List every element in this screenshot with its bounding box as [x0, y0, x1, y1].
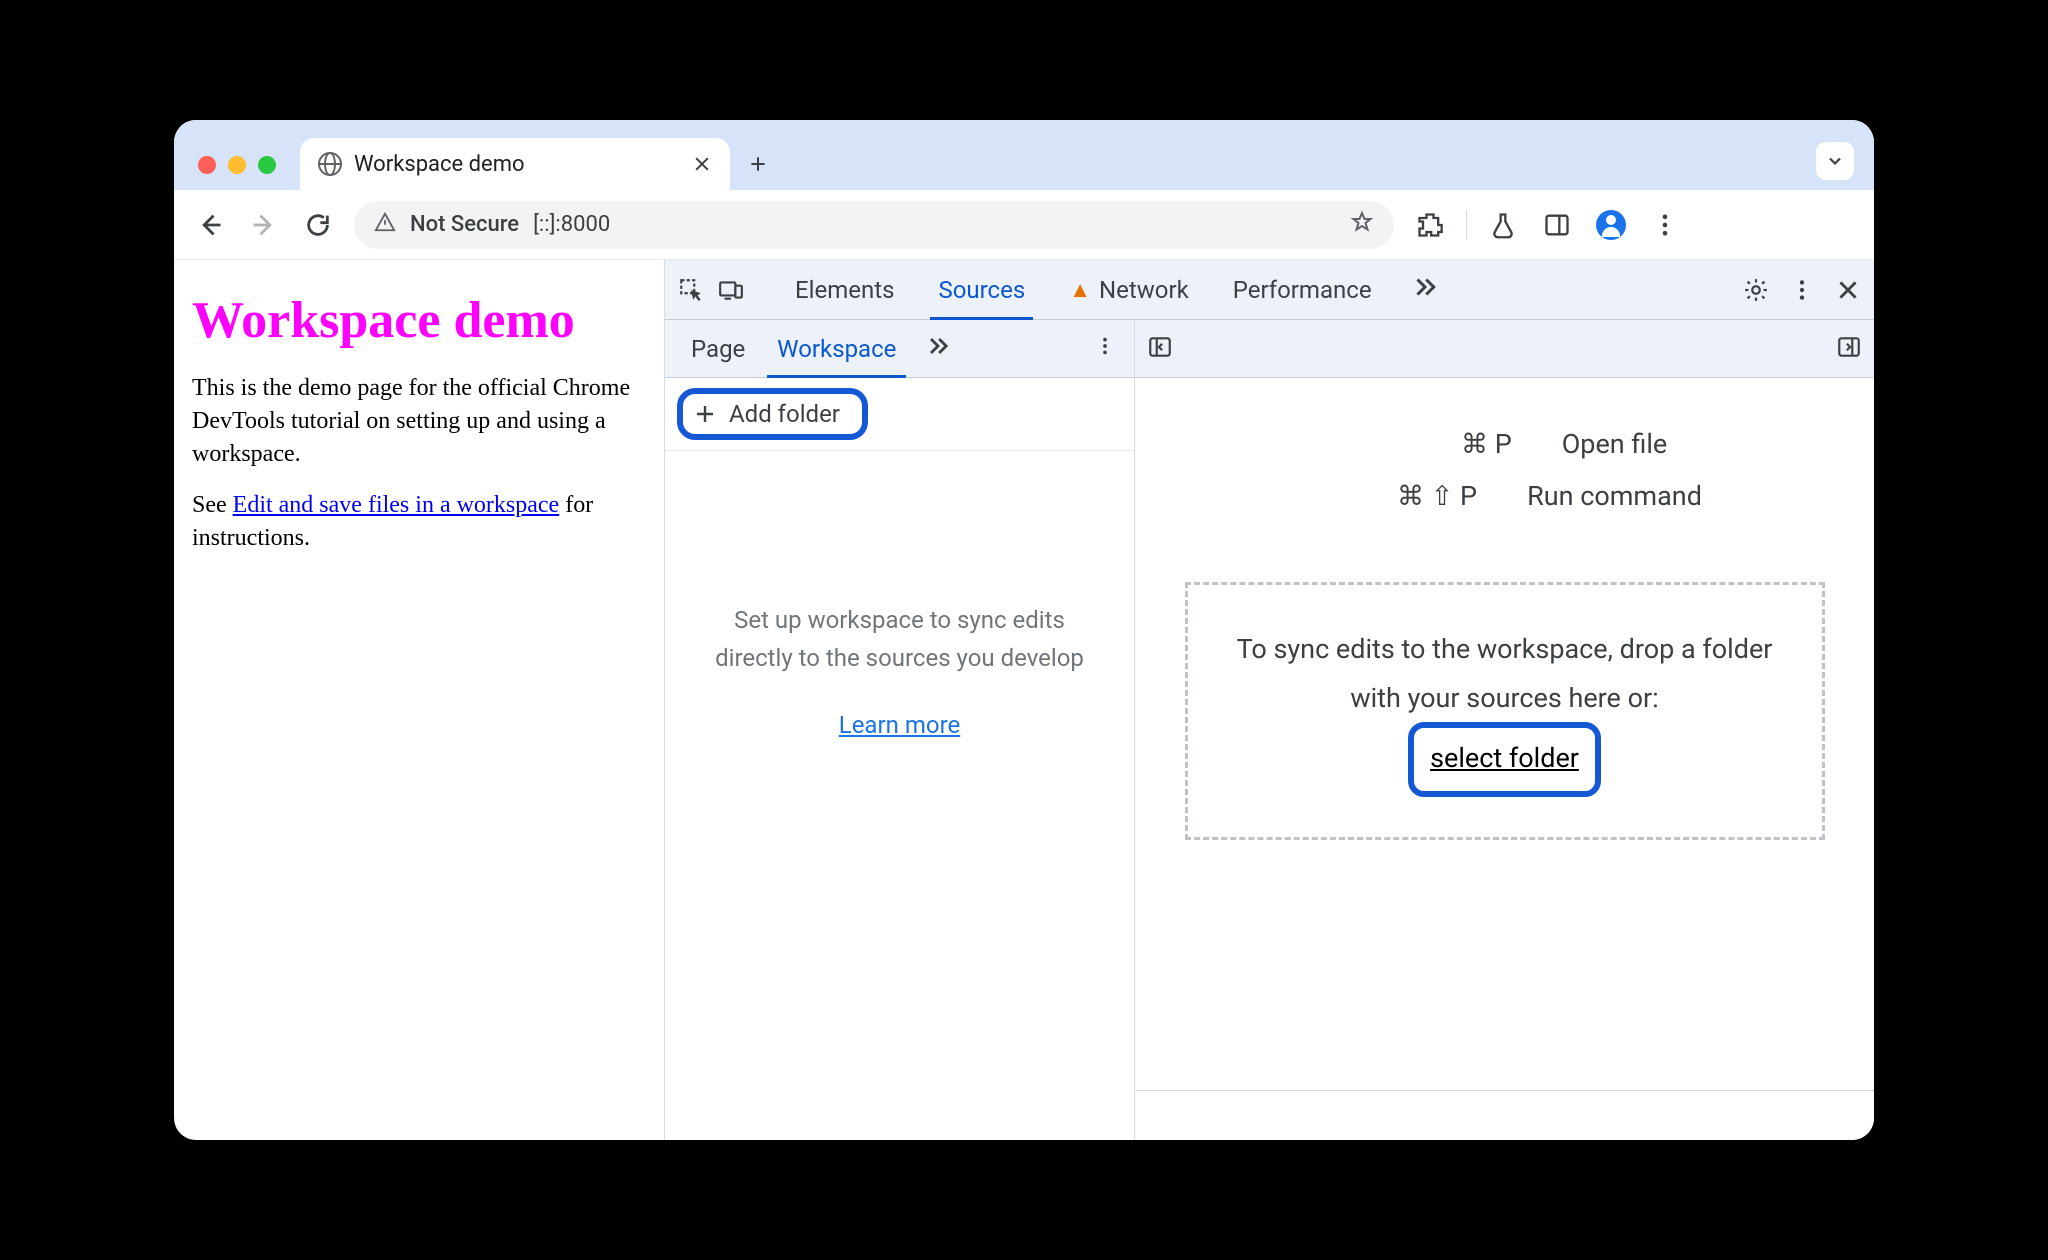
navigator-help: Set up workspace to sync edits directly …: [665, 451, 1134, 1140]
shortcut-keys: ⌘ P: [1342, 428, 1512, 460]
navigator-help-text: Set up workspace to sync edits directly …: [705, 601, 1094, 678]
url-text: [::]:8000: [533, 212, 1336, 237]
new-tab-button[interactable]: [730, 142, 782, 190]
browser-toolbar: Not Secure [::]:8000: [174, 190, 1874, 260]
select-folder-link[interactable]: select folder: [1430, 742, 1579, 774]
devtools-panel: Elements Sources ▲Network Performance: [664, 260, 1874, 1140]
toggle-debugger-button[interactable]: [1836, 334, 1862, 364]
page-heading: Workspace demo: [192, 291, 646, 350]
sources-navigator: Page Workspace Add folder: [665, 320, 1135, 1140]
content-area: Workspace demo This is the demo page for…: [174, 260, 1874, 1140]
devtools-close-button[interactable]: [1832, 274, 1864, 306]
labs-button[interactable]: [1485, 207, 1521, 243]
workspace-doc-link[interactable]: Edit and save files in a workspace: [233, 492, 560, 518]
editor-content: ⌘ P Open file ⌘ ⇧ P Run command To sync …: [1135, 378, 1874, 1090]
toggle-navigator-button[interactable]: [1147, 334, 1173, 364]
page-paragraph-2: See Edit and save files in a workspace f…: [192, 489, 646, 555]
not-secure-icon: [374, 211, 396, 239]
shortcut-run-command: ⌘ ⇧ P Run command: [1307, 480, 1702, 512]
not-secure-label: Not Secure: [410, 212, 519, 237]
page-paragraph-1: This is the demo page for the official C…: [192, 372, 646, 471]
side-panel-button[interactable]: [1539, 207, 1575, 243]
inspect-element-button[interactable]: [675, 274, 707, 306]
fullscreen-window-button[interactable]: [258, 156, 276, 174]
more-subtabs-button[interactable]: [912, 332, 964, 366]
tab-title: Workspace demo: [354, 152, 680, 177]
window-controls: [188, 156, 286, 190]
device-toolbar-button[interactable]: [715, 274, 747, 306]
address-bar[interactable]: Not Secure [::]:8000: [354, 201, 1394, 249]
sources-subtabs: Page Workspace: [665, 320, 1134, 378]
browser-menu-button[interactable]: [1647, 207, 1683, 243]
close-window-button[interactable]: [198, 156, 216, 174]
editor-footer: [1135, 1090, 1874, 1140]
bookmark-button[interactable]: [1350, 210, 1374, 240]
tab-network[interactable]: ▲Network: [1051, 260, 1207, 319]
devtools-body: Page Workspace Add folder: [665, 320, 1874, 1140]
dropzone-text: To sync edits to the workspace, drop a f…: [1220, 625, 1790, 722]
shortcut-label: Open file: [1562, 428, 1668, 460]
learn-more-link[interactable]: Learn more: [839, 706, 960, 744]
profile-button[interactable]: [1593, 207, 1629, 243]
shortcut-open-file: ⌘ P Open file: [1342, 428, 1668, 460]
add-folder-row: Add folder: [665, 378, 1134, 451]
tab-performance[interactable]: Performance: [1215, 260, 1390, 319]
browser-tab[interactable]: Workspace demo: [300, 138, 730, 190]
globe-icon: [318, 152, 342, 176]
devtools-menu-button[interactable]: [1786, 274, 1818, 306]
subtab-workspace[interactable]: Workspace: [761, 320, 912, 377]
add-folder-button[interactable]: Add folder: [677, 388, 868, 440]
subtab-page[interactable]: Page: [675, 320, 761, 377]
sources-editor-area: ⌘ P Open file ⌘ ⇧ P Run command To sync …: [1135, 320, 1874, 1140]
reload-button[interactable]: [300, 207, 336, 243]
toolbar-divider: [1466, 210, 1467, 240]
devtools-settings-button[interactable]: [1740, 274, 1772, 306]
close-tab-button[interactable]: [692, 154, 712, 174]
tab-elements[interactable]: Elements: [777, 260, 912, 319]
shortcut-keys: ⌘ ⇧ P: [1307, 480, 1477, 512]
rendered-page: Workspace demo This is the demo page for…: [174, 260, 664, 1140]
tab-search-button[interactable]: [1816, 142, 1854, 180]
minimize-window-button[interactable]: [228, 156, 246, 174]
forward-button[interactable]: [246, 207, 282, 243]
back-button[interactable]: [192, 207, 228, 243]
extensions-button[interactable]: [1412, 207, 1448, 243]
devtools-tabbar: Elements Sources ▲Network Performance: [665, 260, 1874, 320]
tab-sources[interactable]: Sources: [920, 260, 1043, 319]
warning-icon: ▲: [1069, 277, 1091, 303]
browser-window: Workspace demo Not Secure [::]:8000: [174, 120, 1874, 1140]
shortcut-label: Run command: [1527, 480, 1702, 512]
tab-strip: Workspace demo: [174, 120, 1874, 190]
editor-toolbar: [1135, 320, 1874, 378]
plus-icon: [693, 402, 717, 426]
workspace-dropzone[interactable]: To sync edits to the workspace, drop a f…: [1185, 582, 1825, 840]
navigator-menu-button[interactable]: [1086, 335, 1124, 363]
more-tabs-button[interactable]: [1398, 272, 1452, 308]
